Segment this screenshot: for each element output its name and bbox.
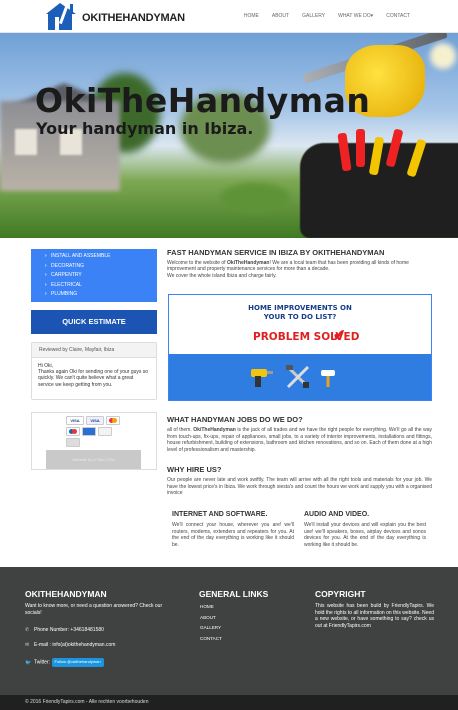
- hero-house-window: [15, 129, 37, 155]
- house-tools-logo-icon[interactable]: [44, 2, 80, 31]
- review-body: Hi Oki, Thanks again Oki for sending one…: [32, 358, 156, 393]
- quick-estimate-button[interactable]: QUICK ESTIMATE: [31, 310, 157, 334]
- review-text: Thanks again Oki for sending one of your…: [38, 369, 149, 388]
- problem-solved-banner: HOME IMPROVEMENTS ON YOUR TO DO LIST? PR…: [168, 294, 432, 401]
- why-paragraph: Our people are never late and work swift…: [167, 477, 432, 497]
- intro-paragraph: Welcome to the website of OkiTheHandyman…: [167, 260, 409, 279]
- services-menu: › INSTALL AND ASSEMBLE › DECORATING › CARPE…: [31, 249, 157, 302]
- audio-heading: AUDIO AND VIDEO.: [304, 511, 370, 518]
- nav-contact[interactable]: CONTACT: [386, 13, 410, 19]
- why-heading: WHY HIRE US?: [167, 465, 222, 474]
- footer-link-home[interactable]: HOME: [200, 604, 222, 615]
- nav-what-we-do[interactable]: WHAT WE DO▾: [338, 13, 373, 19]
- paint-roller-icon: [321, 370, 335, 387]
- twitter-follow-button[interactable]: Follow @okithehandyman: [51, 658, 104, 667]
- crossed-tools-icon: [286, 365, 310, 389]
- visa-card-icon: VISA: [66, 416, 84, 425]
- service-item-plumbing[interactable]: › PLUMBING: [45, 290, 157, 300]
- bank-card-icon: [98, 427, 112, 436]
- jobs-heading: WHAT HANDYMAN JOBS DO WE DO?: [167, 415, 303, 424]
- footer-link-contact[interactable]: CONTACT: [200, 636, 222, 647]
- service-item-decorating[interactable]: › DECORATING: [45, 262, 157, 272]
- hero-subtitle: Your handyman in Ibiza.: [36, 119, 254, 138]
- navbar: OKITHEHANDYMAN HOME ABOUT GALLERY WHAT W…: [0, 0, 458, 33]
- visa-electron-card-icon: VISA: [86, 416, 104, 425]
- hero-light: [430, 43, 456, 69]
- banner-tools-strip: [169, 354, 431, 400]
- footer-link-about[interactable]: ABOUT: [200, 615, 222, 626]
- footer-links-title: GENERAL LINKS: [199, 589, 269, 599]
- phone-icon: ✆: [25, 627, 30, 633]
- maestro-card-icon: [66, 427, 80, 436]
- banner-question: HOME IMPROVEMENTS ON YOUR TO DO LIST?: [248, 304, 352, 321]
- hero-banner: OkiTheHandyman Your handyman in Ibiza.: [0, 33, 458, 238]
- footer-phone: ✆ Phone Number: +34618481580: [25, 627, 104, 633]
- jobs-paragraph: all of them. OkiTheHandyman is the jack …: [167, 427, 432, 454]
- main-heading: FAST HANDYMAN SERVICE IN IBIZA BY OKITHE…: [167, 248, 385, 257]
- hero-grass: [220, 183, 290, 213]
- twitter-icon: 🐦: [25, 659, 32, 666]
- footer-brand-title: OKITHEHANDYMAN: [25, 589, 107, 599]
- service-item-carpentry[interactable]: › CARPENTRY: [45, 271, 157, 281]
- footer-twitter: 🐦 Twitter: Follow @okithehandyman: [25, 658, 104, 667]
- checkmark-icon: ✔: [333, 327, 346, 344]
- bank-card-icon: [66, 438, 80, 447]
- internet-paragraph: We'll connect your house, wherever you a…: [172, 522, 294, 549]
- internet-heading: INTERNET AND SOFTWARE.: [172, 511, 268, 518]
- mastercard-icon: [106, 416, 120, 425]
- footer-socials-text: Want to know more, or need a question an…: [25, 603, 163, 616]
- service-item-install[interactable]: › INSTALL AND ASSEMBLE: [45, 252, 157, 262]
- website-badge[interactable]: Website by HTML.COM: [46, 450, 141, 469]
- footer-email: ✉ E-mail : info(at)okithehandyman.com: [25, 642, 116, 648]
- nav-about[interactable]: ABOUT: [272, 13, 289, 19]
- audio-paragraph: We'll install your devices and will expl…: [304, 522, 426, 549]
- envelope-icon: ✉: [25, 642, 30, 648]
- amex-card-icon: [82, 427, 96, 436]
- service-item-electrical[interactable]: › ELECTRICAL: [45, 281, 157, 291]
- drill-icon: [251, 369, 273, 387]
- payment-box: VISA VISA Website by HTML.COM: [31, 412, 157, 470]
- nav-home[interactable]: HOME: [244, 13, 259, 19]
- payment-cards: VISA VISA: [66, 416, 124, 447]
- nav-gallery[interactable]: GALLERY: [302, 13, 325, 19]
- review-header: Reviewed by Claire, Mayfair, Ibiza: [32, 343, 156, 358]
- footer: OKITHEHANDYMAN Want to know more, or nee…: [0, 567, 458, 695]
- main-menu: HOME ABOUT GALLERY WHAT WE DO▾ CONTACT: [244, 13, 410, 19]
- hero-screwdriver: [356, 129, 365, 167]
- footer-copyright-text: This website has been build by FriendlyT…: [315, 603, 434, 629]
- footer-links: HOME ABOUT GALLERY CONTACT: [200, 604, 222, 646]
- footer-copyright-title: COPYRIGHT: [315, 589, 366, 599]
- review-card: Reviewed by Claire, Mayfair, Ibiza Hi Ok…: [31, 342, 157, 400]
- hero-title: OkiTheHandyman: [35, 81, 371, 120]
- brand-name[interactable]: OKITHEHANDYMAN: [82, 12, 185, 24]
- footer-link-gallery[interactable]: GALLERY: [200, 625, 222, 636]
- bottom-bar: © 2016 FriendlyTapirs.com - Alle rechten…: [0, 695, 458, 710]
